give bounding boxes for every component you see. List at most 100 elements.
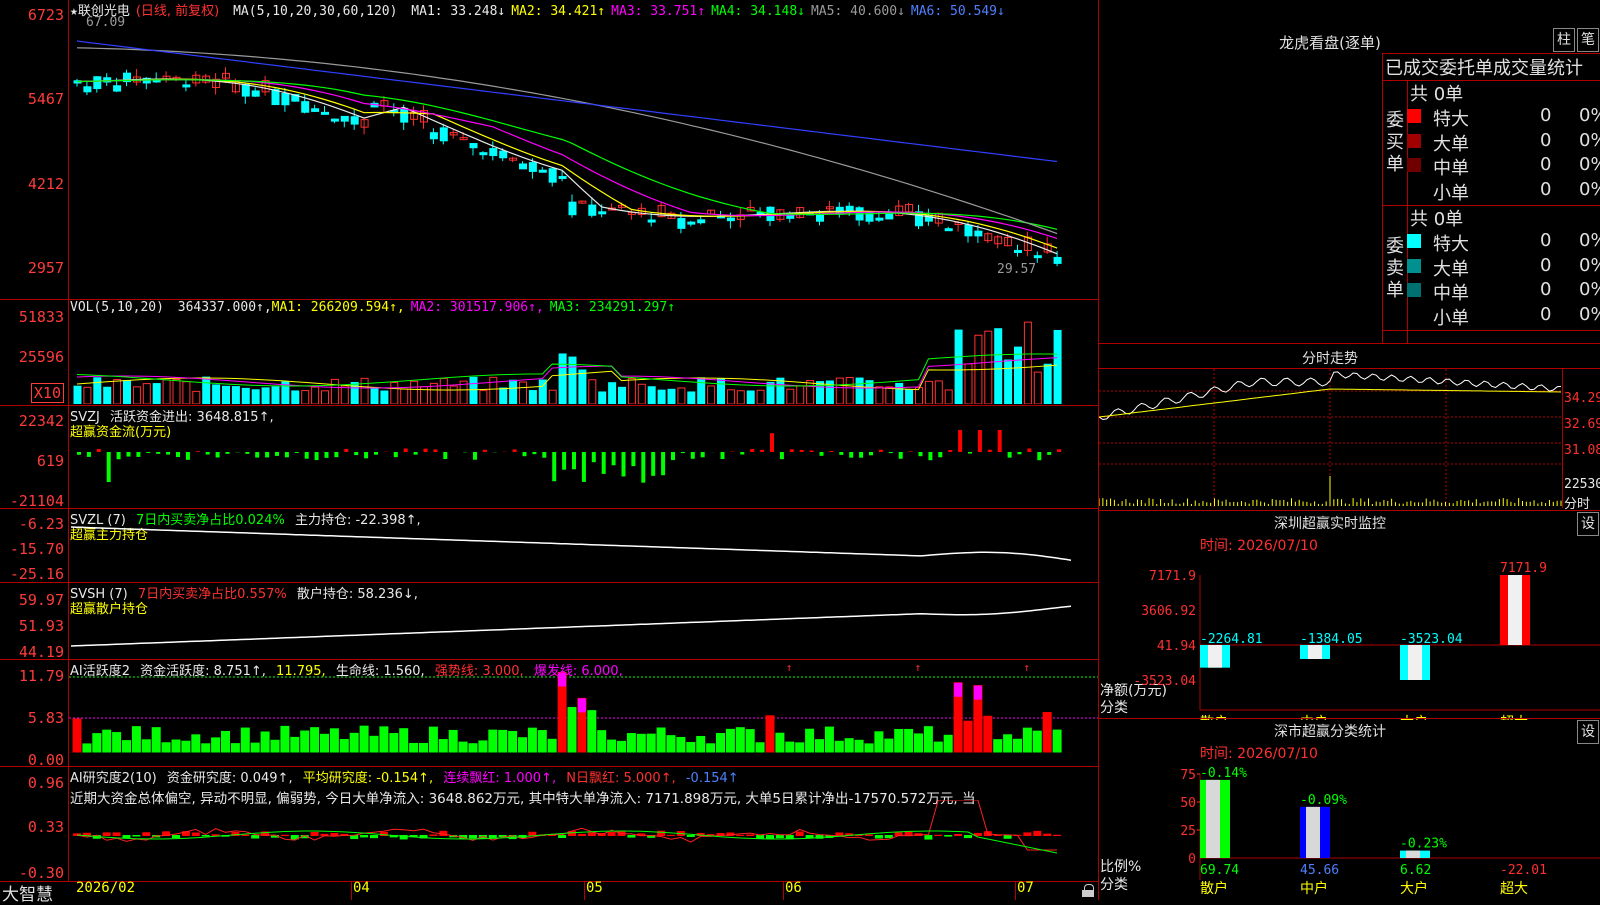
volume-bar <box>836 378 843 404</box>
net-amount-bar-highlight <box>1408 645 1422 680</box>
activity-bar <box>875 732 883 752</box>
candle-body <box>490 149 497 156</box>
fund-flow-bar <box>612 452 616 465</box>
price-tick-3: 4212 <box>28 175 64 193</box>
activity-bar <box>420 743 428 752</box>
date-tick-04 <box>351 881 352 900</box>
category-label: 中户 <box>1300 880 1328 897</box>
research-bar <box>885 835 893 838</box>
bar-view-button[interactable]: 柱 <box>1553 28 1575 52</box>
date-tick-05 <box>584 881 585 900</box>
brand-logo[interactable]: 大智慧 <box>2 880 53 905</box>
volume-bar <box>1054 330 1061 404</box>
activity-bar <box>746 730 754 752</box>
candlestick-chart[interactable] <box>69 14 1098 298</box>
intraday-title[interactable]: 分时走势 <box>1100 348 1560 368</box>
fund-flow-bar <box>909 451 913 452</box>
volume-bar <box>638 384 645 404</box>
fund-flow-bar <box>889 452 893 453</box>
research-bar <box>469 835 477 838</box>
volume-bar <box>401 389 408 404</box>
activity-bar <box>697 736 705 752</box>
fund-flow-bar <box>691 452 695 459</box>
activity-bar <box>241 728 249 752</box>
volume-bar <box>817 382 824 404</box>
fund-flow-bar <box>513 449 517 452</box>
date-tick-07 <box>1015 881 1016 900</box>
activity-bar <box>1004 735 1012 752</box>
activity-bar <box>667 736 675 752</box>
lock-icon-body <box>1082 890 1094 897</box>
tick-view-button[interactable]: 笔 <box>1577 28 1599 52</box>
svzj-tick-3: -21104 <box>10 492 64 510</box>
activity-peak <box>954 683 962 697</box>
svsh-tick-3: 44.19 <box>19 643 64 661</box>
category-label: 大户 <box>1400 880 1428 897</box>
activity-bar <box>142 740 150 752</box>
research-bar <box>865 834 873 836</box>
intraday-chart[interactable] <box>1099 369 1562 508</box>
activity-bar <box>608 740 616 752</box>
candle-body <box>94 77 101 89</box>
intraday-top <box>1098 343 1600 344</box>
ratio-bar-highlight <box>1206 780 1220 858</box>
candle-body <box>401 108 408 122</box>
order-pct: 0% <box>1579 279 1600 300</box>
volume-bar <box>213 385 220 404</box>
ai-research-tick-2: 0.33 <box>28 818 64 836</box>
bar-value-label: 7171.9 <box>1500 561 1547 576</box>
activity-bar <box>924 727 932 752</box>
order-count: 0 <box>1540 154 1551 175</box>
activity-bar <box>934 742 942 752</box>
volume-bar <box>856 378 863 404</box>
activity-bar <box>627 734 635 752</box>
fund-flow-bar <box>265 452 269 457</box>
net-amount-bar-highlight <box>1308 645 1322 659</box>
category-label: 大户 <box>1400 714 1428 720</box>
sell-row-1: 大单00% <box>1407 255 1600 279</box>
volume-bar <box>886 387 893 404</box>
research-bar <box>736 835 744 836</box>
color-swatch <box>1407 134 1421 148</box>
candle-body <box>331 119 338 121</box>
sz-class-time: 时间: 2026/07/10 <box>1200 743 1318 763</box>
sell-row-0: 特大00% <box>1407 230 1600 254</box>
activity-bar <box>162 743 170 752</box>
volume-bar <box>955 330 962 404</box>
research-bar <box>558 835 566 838</box>
ma-line-4 <box>77 80 1057 230</box>
fund-flow-bar <box>839 452 843 455</box>
volume-bar <box>322 391 329 404</box>
order-count: 0 <box>1540 304 1551 325</box>
activity-bar <box>865 744 873 752</box>
sz-class-settings-button[interactable]: 设 <box>1577 720 1599 744</box>
activity-bar <box>588 711 596 752</box>
sz-monitor-time: 时间: 2026/07/10 <box>1200 535 1318 555</box>
activity-bar <box>806 729 814 752</box>
fund-flow-bar <box>721 452 725 459</box>
volume-bar <box>143 384 150 404</box>
candle-body <box>569 202 576 215</box>
research-bar <box>875 835 883 839</box>
fund-flow-bar <box>562 452 566 470</box>
candle-body <box>84 87 91 92</box>
activity-bar <box>380 727 388 752</box>
activity-bar <box>439 740 447 752</box>
activity-bar <box>964 721 972 752</box>
sz-monitor-settings-button[interactable]: 设 <box>1577 512 1599 536</box>
fund-flow-bar <box>948 450 952 452</box>
fund-flow-bar <box>166 452 170 455</box>
volume-bar <box>777 378 784 404</box>
volume-bar <box>252 390 259 404</box>
volume-bar <box>708 386 715 404</box>
volume-bar <box>262 388 269 404</box>
volume-ma-line <box>77 354 1057 386</box>
fund-flow-bar <box>879 450 883 452</box>
fund-flow-bar <box>829 451 833 452</box>
volume-bar <box>628 378 635 404</box>
order-size-label: 特大 <box>1433 105 1469 131</box>
volume-bar <box>559 354 566 404</box>
order-pct: 0% <box>1579 230 1600 251</box>
volume-bar <box>619 387 626 404</box>
fund-flow-bar <box>483 450 487 452</box>
